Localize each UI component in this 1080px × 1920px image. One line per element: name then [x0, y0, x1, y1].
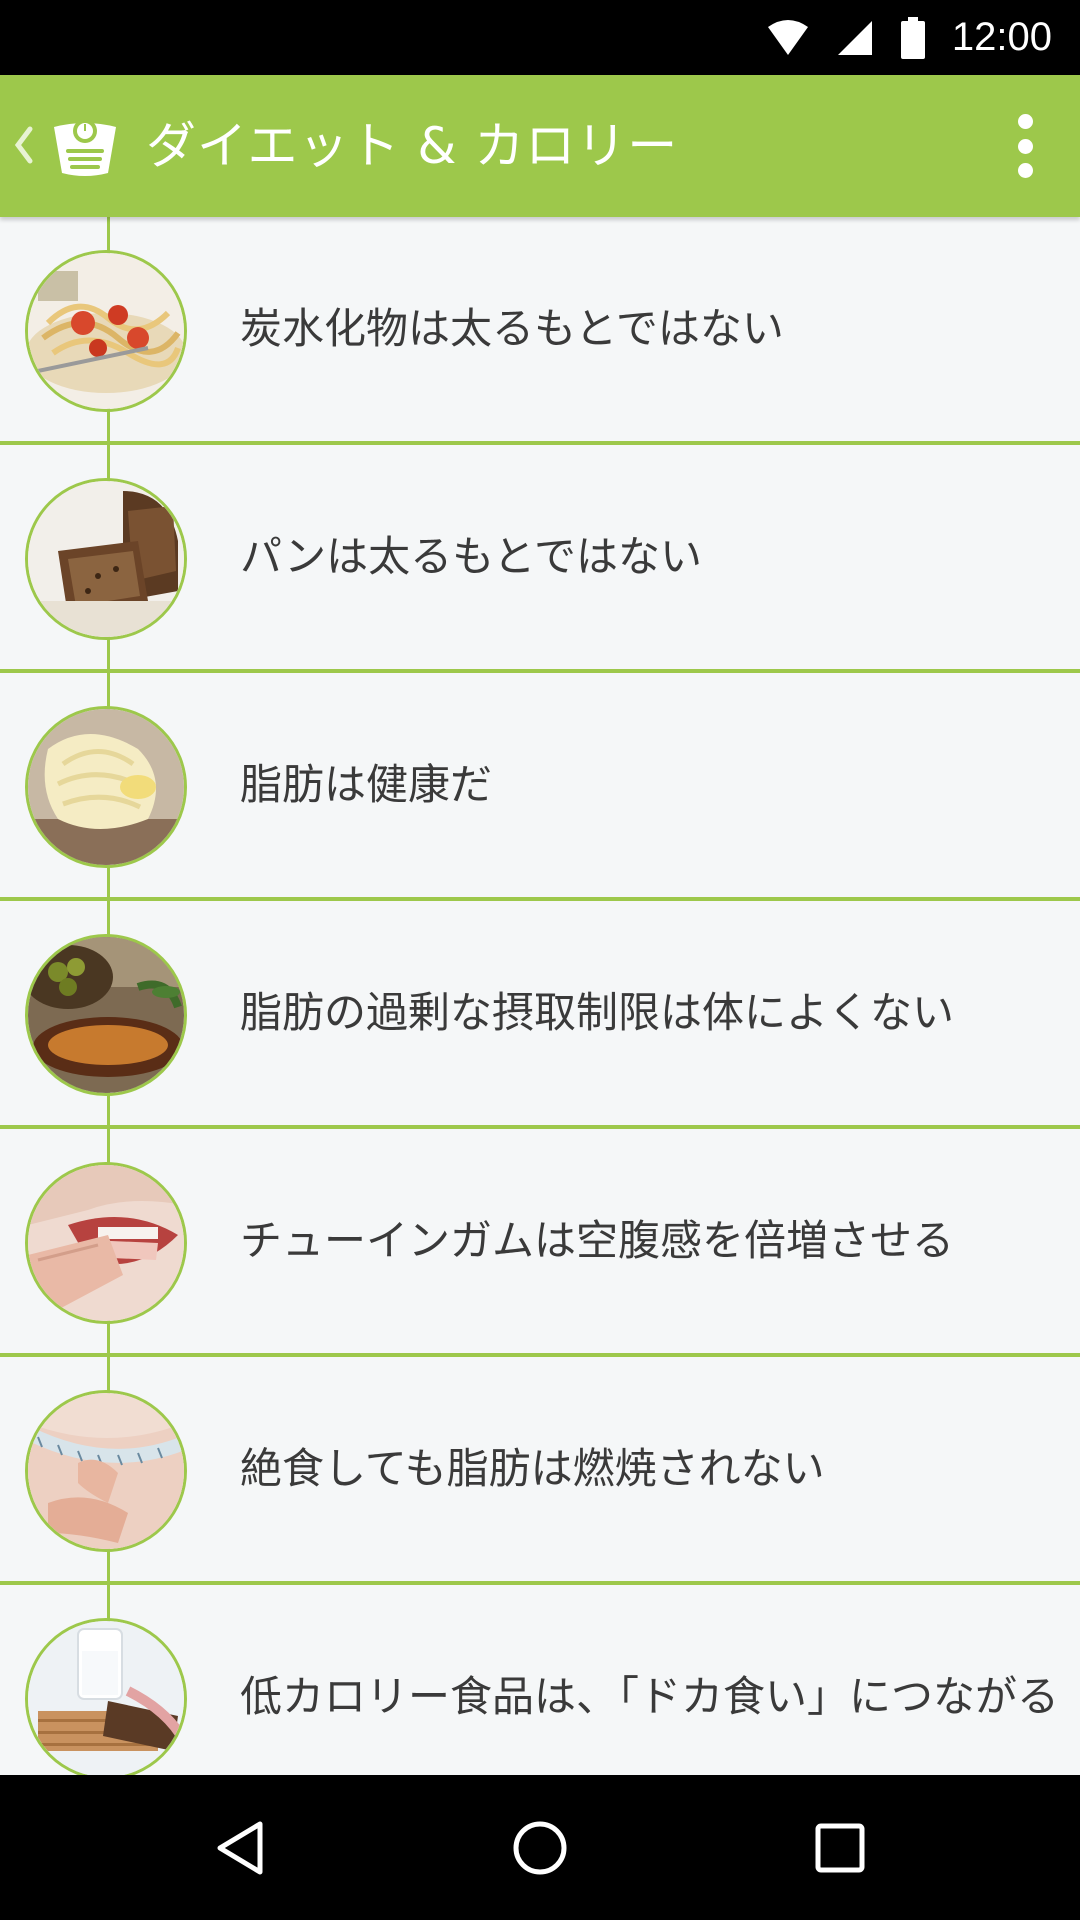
scale-logo-icon — [54, 119, 116, 176]
pasta-thumbnail — [25, 250, 187, 412]
list-item-label: チューインガムは空腹感を倍増させる — [240, 1216, 955, 1266]
more-vert-icon-dot — [1017, 163, 1033, 178]
butter-thumbnail — [25, 706, 187, 868]
cell-signal-icon — [837, 20, 872, 55]
navigation-bar — [0, 1775, 1080, 1920]
battery-icon — [900, 16, 925, 59]
more-vert-icon-dot — [1017, 138, 1033, 154]
list-item-label: パンは太るもとではない — [240, 532, 703, 582]
measuring-tape-thumbnail — [25, 1390, 187, 1552]
home-circle-icon — [513, 1821, 567, 1874]
back-triangle-icon — [217, 1821, 263, 1874]
list-item[interactable]: チューインガムは空腹感を倍増させる — [0, 1129, 1080, 1357]
more-vert-icon — [1017, 114, 1033, 129]
list-item[interactable]: パンは太るもとではない — [0, 445, 1080, 673]
more-options-button[interactable] — [1000, 108, 1050, 184]
low-calorie-food-thumbnail — [25, 1618, 187, 1775]
list-item-label: 脂肪は健康だ — [240, 760, 493, 810]
chevron-left-icon — [14, 126, 33, 164]
nav-recents-button[interactable] — [760, 1775, 920, 1920]
app-bar: ダイエット & カロリー — [0, 75, 1080, 217]
app-title: ダイエット & カロリー — [146, 117, 679, 175]
recents-square-icon — [815, 1823, 865, 1872]
list-item-label: 炭水化物は太るもとではない — [240, 304, 784, 354]
list-item-label: 低カロリー食品は、「ドカ食い」につながる — [240, 1672, 1060, 1722]
wifi-icon — [767, 19, 808, 55]
bread-thumbnail — [25, 478, 187, 640]
list-item[interactable]: 低カロリー食品は、「ドカ食い」につながる — [0, 1585, 1080, 1775]
status-time: 12:00 — [951, 15, 1052, 59]
olive-oil-thumbnail — [25, 934, 187, 1096]
nav-home-button[interactable] — [460, 1775, 620, 1920]
list-item[interactable]: 脂肪は健康だ — [0, 673, 1080, 901]
list-item[interactable]: 炭水化物は太るもとではない — [0, 217, 1080, 445]
list-item[interactable]: 絶食しても脂肪は燃焼されない — [0, 1357, 1080, 1585]
list-item[interactable]: 脂肪の過剰な摂取制限は体によくない — [0, 901, 1080, 1129]
back-button[interactable] — [0, 75, 130, 217]
article-list: 炭水化物は太るもとではない パンは太るもとではない 脂肪は健康だ 脂肪の過剰な摂… — [0, 217, 1080, 1775]
list-item-label: 脂肪の過剰な摂取制限は体によくない — [240, 988, 955, 1038]
status-icons: 12:00 — [766, 0, 1052, 75]
chewing-gum-thumbnail — [25, 1162, 187, 1324]
list-item-label: 絶食しても脂肪は燃焼されない — [240, 1444, 825, 1494]
nav-back-button[interactable] — [160, 1775, 320, 1920]
status-bar: 12:00 — [0, 0, 1080, 75]
